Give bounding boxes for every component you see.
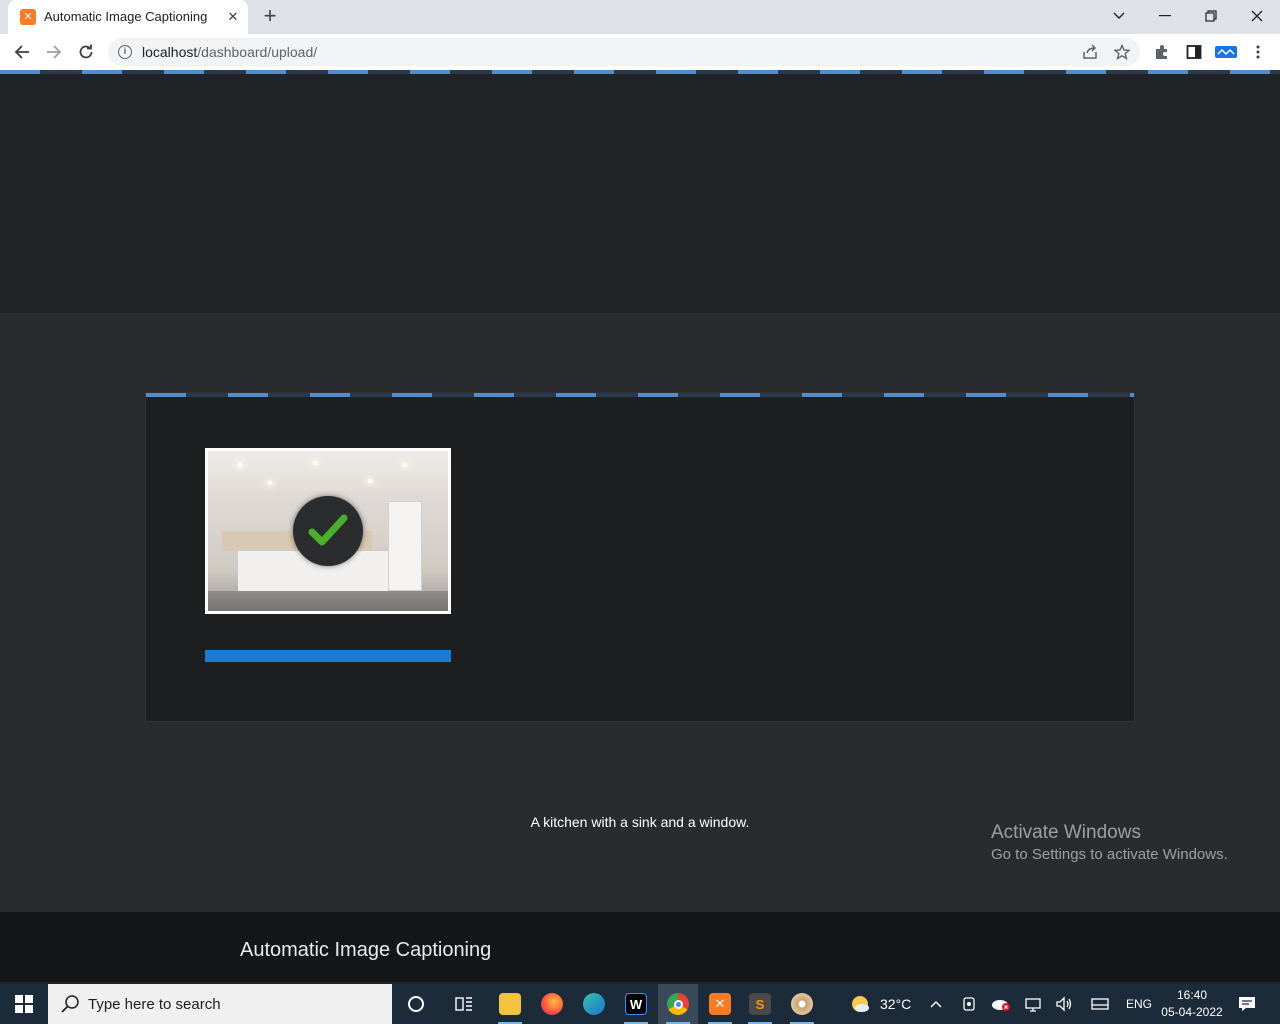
upload-progress-bar <box>205 650 451 662</box>
url-text: localhost/dashboard/upload/ <box>142 44 318 60</box>
sublime-text-app[interactable]: S <box>740 984 780 1024</box>
folder-icon <box>499 993 521 1015</box>
paint-app[interactable] <box>782 984 822 1024</box>
footer-title: Automatic Image Captioning <box>240 939 492 961</box>
watermark-line2: Go to Settings to activate Windows. <box>991 846 1228 863</box>
network-icon[interactable] <box>1025 984 1041 1024</box>
chrome-app[interactable] <box>658 984 698 1024</box>
volume-icon[interactable] <box>1056 984 1074 1024</box>
xampp-favicon-icon: ✕ <box>20 9 36 25</box>
onedrive-error-icon[interactable] <box>991 984 1011 1024</box>
firefox-app[interactable] <box>532 984 572 1024</box>
page-footer: Automatic Image Captioning <box>0 912 1280 982</box>
meet-now-icon[interactable] <box>961 984 977 1024</box>
clock-date: 05-04-2022 <box>1161 1005 1223 1019</box>
clock-time: 16:40 <box>1176 988 1208 1002</box>
show-hidden-icons-button[interactable] <box>930 984 942 1024</box>
browser-tab[interactable]: ✕ Automatic Image Captioning ✕ <box>8 0 248 34</box>
upload-panel <box>145 392 1135 722</box>
edge-icon <box>583 993 605 1015</box>
file-explorer-app[interactable] <box>490 984 530 1024</box>
browser-tabstrip: ✕ Automatic Image Captioning ✕ + <box>0 0 1280 34</box>
extension-badge-icon[interactable] <box>1215 42 1237 62</box>
search-placeholder: Type here to search <box>88 996 221 1013</box>
webstorm-app[interactable]: W <box>616 984 656 1024</box>
side-panel-icon[interactable] <box>1183 42 1205 62</box>
extensions-puzzle-icon[interactable] <box>1151 42 1173 62</box>
uploaded-image-preview[interactable] <box>205 448 451 614</box>
input-keyboard-icon[interactable] <box>1091 984 1109 1024</box>
notifications-button[interactable] <box>1238 984 1256 1024</box>
forward-button[interactable] <box>40 38 68 66</box>
search-icon <box>61 995 79 1013</box>
taskbar-clock[interactable]: 16:40 05-04-2022 <box>1160 987 1224 1021</box>
tab-search-button[interactable] <box>1096 0 1142 32</box>
webstorm-icon: W <box>625 993 647 1015</box>
edge-app[interactable] <box>574 984 614 1024</box>
xampp-icon: ✕ <box>709 993 731 1015</box>
back-button[interactable] <box>8 38 36 66</box>
tab-title: Automatic Image Captioning <box>44 9 208 24</box>
minimize-button[interactable] <box>1142 0 1188 32</box>
start-button[interactable] <box>0 984 48 1024</box>
upload-progress-fill <box>205 650 451 662</box>
activate-windows-watermark: Activate Windows Go to Settings to activ… <box>991 822 1228 863</box>
weather-widget[interactable]: 32°C <box>850 984 911 1024</box>
cortana-button[interactable] <box>396 984 436 1024</box>
watermark-line1: Activate Windows <box>991 822 1141 843</box>
share-icon[interactable] <box>1080 42 1100 62</box>
reload-button[interactable] <box>72 38 100 66</box>
restore-button[interactable] <box>1188 0 1234 32</box>
more-menu-icon[interactable] <box>1247 42 1269 62</box>
close-window-button[interactable] <box>1234 0 1280 32</box>
weather-temp: 32°C <box>880 996 912 1012</box>
new-tab-button[interactable]: + <box>258 5 282 29</box>
task-view-button[interactable] <box>444 984 484 1024</box>
windows-taskbar: Type here to search W ✕ S 32°C ENG 16:40… <box>0 984 1280 1024</box>
browser-toolbar: i localhost/dashboard/upload/ <box>0 34 1280 70</box>
hero-banner <box>0 74 1280 313</box>
check-icon <box>293 496 363 566</box>
paint-palette-icon <box>791 993 813 1015</box>
panel-stripe <box>146 393 1134 397</box>
bookmark-star-icon[interactable] <box>1112 42 1132 62</box>
sublime-icon: S <box>749 993 771 1015</box>
site-info-icon[interactable]: i <box>118 45 132 59</box>
tab-close-icon[interactable]: ✕ <box>224 8 242 26</box>
language-indicator[interactable]: ENG <box>1126 984 1152 1024</box>
xampp-app[interactable]: ✕ <box>700 984 740 1024</box>
taskbar-search-box[interactable]: Type here to search <box>48 984 392 1024</box>
firefox-icon <box>541 993 563 1015</box>
weather-sun-icon <box>852 996 869 1012</box>
chrome-icon <box>667 993 689 1015</box>
address-bar[interactable]: i localhost/dashboard/upload/ <box>108 38 1140 66</box>
